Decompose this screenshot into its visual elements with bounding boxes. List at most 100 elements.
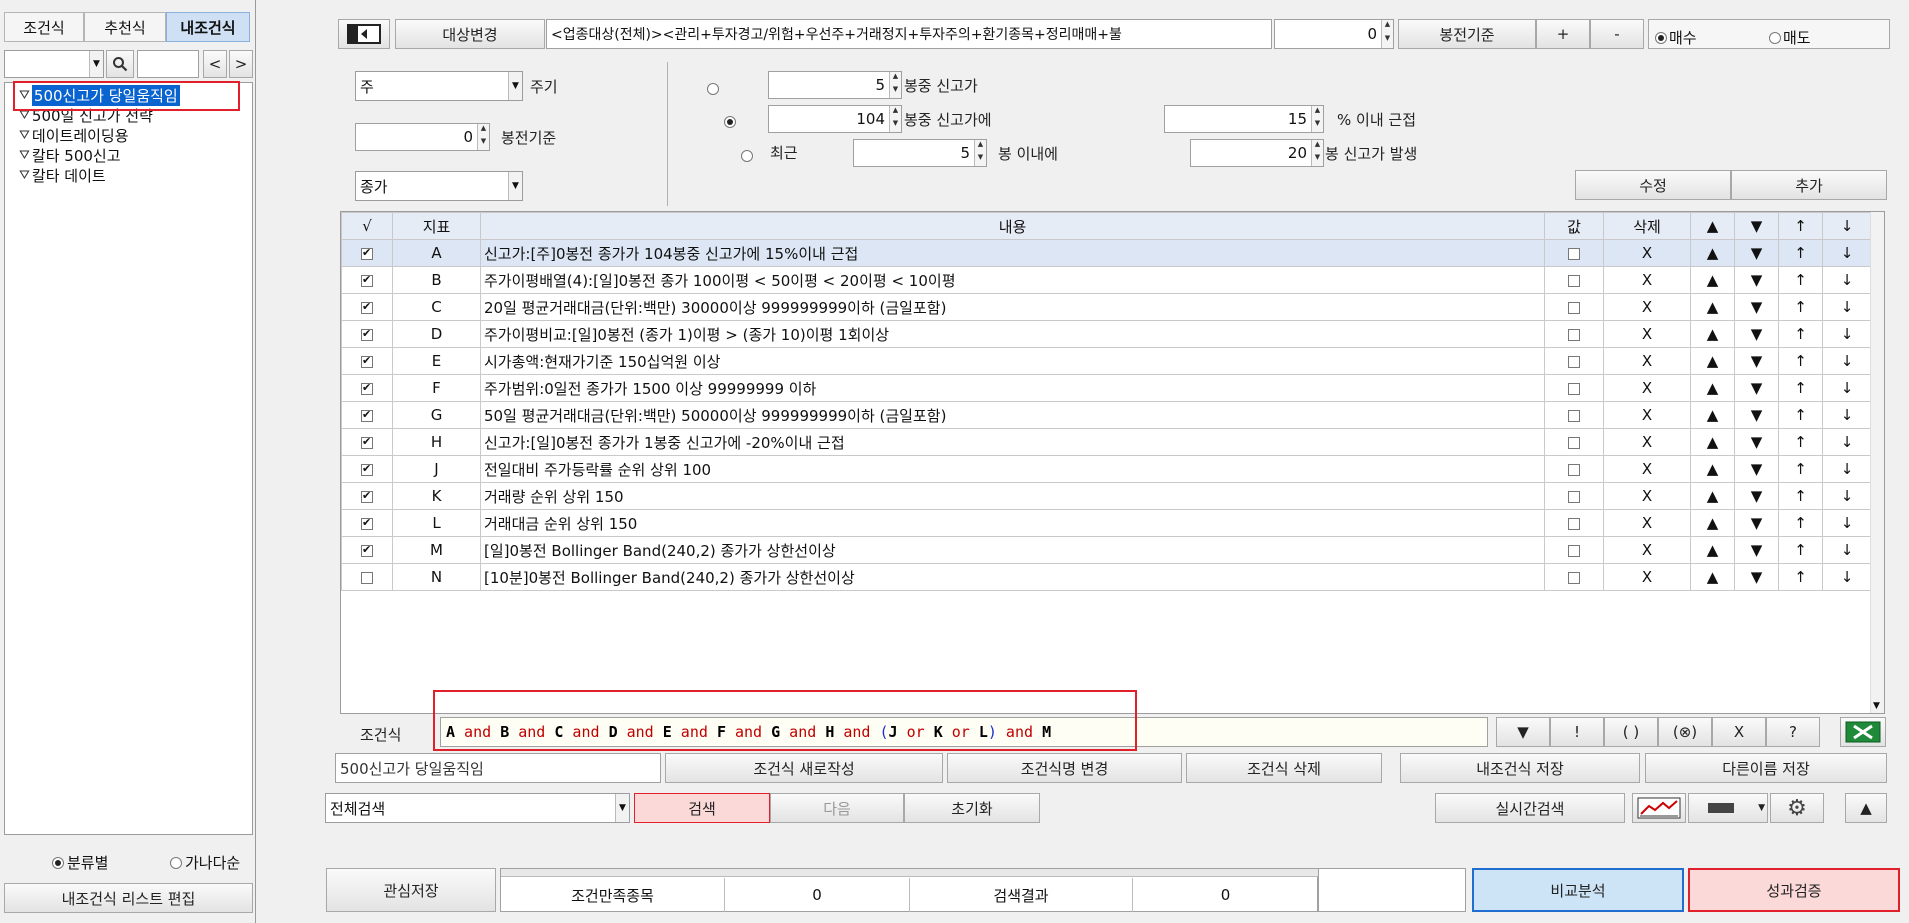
row-content[interactable]: 20일 평균거래대금(단위:백만) 30000이상 999999999이하 (금… bbox=[480, 293, 1545, 321]
spinner[interactable]: ▲ ▼ bbox=[1381, 20, 1393, 48]
spinner[interactable]: ▲ ▼ bbox=[889, 72, 901, 98]
new-condition-button[interactable]: 조건식 새로작성 bbox=[665, 753, 943, 783]
row-content[interactable]: 신고가:[일]0봉전 종가가 1봉중 신고가에 -20%이내 근접 bbox=[480, 428, 1545, 456]
table-row[interactable]: J전일대비 주가등락률 순위 상위 100 X▲▼↑↓ bbox=[341, 455, 1872, 483]
row-move-bottom-button[interactable]: ↓ bbox=[1822, 320, 1872, 348]
bar-basis-input[interactable]: 0 ▲ ▼ bbox=[355, 123, 490, 151]
search-button[interactable]: 검색 bbox=[634, 793, 770, 823]
checkbox-icon[interactable] bbox=[1568, 544, 1580, 557]
checkbox-icon[interactable] bbox=[361, 408, 373, 422]
checkbox-icon[interactable] bbox=[361, 246, 373, 260]
row-move-top-button[interactable]: ↑ bbox=[1778, 266, 1823, 294]
row-move-down-button[interactable]: ▼ bbox=[1734, 482, 1779, 510]
formula-remove-paren-button[interactable]: (⊗) bbox=[1658, 717, 1712, 747]
chevron-down-icon[interactable]: ▼ bbox=[89, 51, 103, 77]
scroll-down-icon[interactable]: ▼ bbox=[1873, 701, 1880, 711]
row-move-top-button[interactable]: ↑ bbox=[1778, 239, 1823, 267]
table-row[interactable]: A신고가:[주]0봉전 종가가 104봉중 신고가에 15%이내 근접 X▲▼↑↓ bbox=[341, 239, 1872, 267]
row-move-bottom-button[interactable]: ↓ bbox=[1822, 536, 1872, 564]
checkbox-icon[interactable] bbox=[1568, 274, 1580, 287]
col-bottom[interactable]: ↓ bbox=[1822, 212, 1872, 240]
table-row[interactable]: G50일 평균거래대금(단위:백만) 50000이상 999999999이하 (… bbox=[341, 401, 1872, 429]
checkbox-icon[interactable] bbox=[1568, 517, 1580, 530]
save-as-button[interactable]: 다른이름 저장 bbox=[1645, 753, 1887, 783]
rename-condition-button[interactable]: 조건식명 변경 bbox=[947, 753, 1182, 783]
row-checkbox[interactable] bbox=[341, 536, 393, 564]
sort-by-name[interactable]: 가나다순 bbox=[170, 852, 240, 873]
collapse-button[interactable]: ▲ bbox=[1845, 793, 1887, 823]
spin-up-icon[interactable]: ▲ bbox=[890, 72, 901, 85]
table-row[interactable]: C20일 평균거래대금(단위:백만) 30000이상 999999999이하 (… bbox=[341, 293, 1872, 321]
checkbox-icon[interactable] bbox=[361, 543, 373, 557]
target-change-button[interactable]: 대상변경 bbox=[395, 19, 545, 49]
table-row[interactable]: H신고가:[일]0봉전 종가가 1봉중 신고가에 -20%이내 근접 X▲▼↑↓ bbox=[341, 428, 1872, 456]
row-move-down-button[interactable]: ▼ bbox=[1734, 347, 1779, 375]
col-id[interactable]: 지표 bbox=[392, 212, 481, 240]
row-delete-button[interactable]: X bbox=[1603, 293, 1691, 321]
row-checkbox[interactable] bbox=[341, 509, 393, 537]
realtime-search-button[interactable]: 실시간검색 bbox=[1435, 793, 1625, 823]
tab-my-conditions[interactable]: 내조건식 bbox=[166, 12, 250, 42]
col-check[interactable]: √ bbox=[341, 212, 393, 240]
row-value-checkbox[interactable] bbox=[1544, 374, 1604, 402]
add-condition-button[interactable]: 추가 bbox=[1731, 170, 1887, 200]
formula-paren-button[interactable]: ( ) bbox=[1604, 717, 1658, 747]
spin-up-icon[interactable]: ▲ bbox=[1312, 140, 1323, 153]
checkbox-icon[interactable] bbox=[361, 489, 373, 503]
row-delete-button[interactable]: X bbox=[1603, 563, 1691, 591]
sell-radio[interactable]: 매도 bbox=[1769, 27, 1811, 48]
row1-bars-input[interactable]: 5 ▲ ▼ bbox=[768, 71, 902, 99]
row3-bars2-input[interactable]: 20 ▲ ▼ bbox=[1190, 139, 1324, 167]
col-content[interactable]: 내용 bbox=[480, 212, 1545, 240]
radio-recent[interactable] bbox=[740, 149, 753, 162]
row-move-up-button[interactable]: ▲ bbox=[1690, 455, 1735, 483]
condition-name-input[interactable]: 500신고가 당일움직임 bbox=[335, 753, 661, 783]
row-move-up-button[interactable]: ▲ bbox=[1690, 320, 1735, 348]
row-content[interactable]: [10분]0봉전 Bollinger Band(240,2) 종가가 상한선이상 bbox=[480, 563, 1545, 591]
formula-dropdown-button[interactable]: ▼ bbox=[1496, 717, 1550, 747]
row-value-checkbox[interactable] bbox=[1544, 563, 1604, 591]
col-value[interactable]: 값 bbox=[1544, 212, 1604, 240]
row-content[interactable]: 50일 평균거래대금(단위:백만) 50000이상 999999999이하 (금… bbox=[480, 401, 1545, 429]
row-checkbox[interactable] bbox=[341, 482, 393, 510]
row2-pct-input[interactable]: 15 ▲ ▼ bbox=[1164, 105, 1324, 133]
row-move-up-button[interactable]: ▲ bbox=[1690, 482, 1735, 510]
row-delete-button[interactable]: X bbox=[1603, 347, 1691, 375]
excel-export-button[interactable] bbox=[1840, 717, 1886, 747]
row-content[interactable]: 전일대비 주가등락률 순위 상위 100 bbox=[480, 455, 1545, 483]
bar-basis-button[interactable]: 봉전기준 bbox=[1398, 19, 1536, 49]
chevron-down-icon[interactable]: ▼ bbox=[1758, 803, 1765, 813]
spinner[interactable]: ▲ ▼ bbox=[1311, 106, 1323, 132]
checkbox-icon[interactable] bbox=[361, 300, 373, 314]
tab-conditions[interactable]: 조건식 bbox=[4, 12, 84, 42]
table-row[interactable]: L거래대금 순위 상위 150 X▲▼↑↓ bbox=[341, 509, 1872, 537]
edit-list-button[interactable]: 내조건식 리스트 편집 bbox=[4, 883, 253, 913]
checkbox-icon[interactable] bbox=[1568, 301, 1580, 314]
tree-search-input[interactable] bbox=[137, 50, 199, 78]
row-move-top-button[interactable]: ↑ bbox=[1778, 374, 1823, 402]
row-delete-button[interactable]: X bbox=[1603, 482, 1691, 510]
formula-not-button[interactable]: ! bbox=[1550, 717, 1604, 747]
checkbox-icon[interactable] bbox=[361, 354, 373, 368]
row-move-top-button[interactable]: ↑ bbox=[1778, 563, 1823, 591]
row-move-bottom-button[interactable]: ↓ bbox=[1822, 239, 1872, 267]
row-checkbox[interactable] bbox=[341, 347, 393, 375]
row-delete-button[interactable]: X bbox=[1603, 428, 1691, 456]
row-checkbox[interactable] bbox=[341, 563, 393, 591]
row-move-up-button[interactable]: ▲ bbox=[1690, 374, 1735, 402]
row-move-bottom-button[interactable]: ↓ bbox=[1822, 428, 1872, 456]
row-move-down-button[interactable]: ▼ bbox=[1734, 509, 1779, 537]
row-content[interactable]: 신고가:[주]0봉전 종가가 104봉중 신고가에 15%이내 근접 bbox=[480, 239, 1545, 267]
row-content[interactable]: 주가범위:0일전 종가가 1500 이상 99999999 이하 bbox=[480, 374, 1545, 402]
tree-item-2[interactable]: ⛛ 데이트레이딩용 bbox=[19, 125, 129, 146]
checkbox-icon[interactable] bbox=[1568, 355, 1580, 368]
row-move-top-button[interactable]: ↑ bbox=[1778, 401, 1823, 429]
spin-down-icon[interactable]: ▼ bbox=[1312, 153, 1323, 166]
grid-scrollbar[interactable]: ▼ bbox=[1870, 212, 1884, 713]
checkbox-icon[interactable] bbox=[1568, 328, 1580, 341]
row-move-down-button[interactable]: ▼ bbox=[1734, 266, 1779, 294]
row-move-top-button[interactable]: ↑ bbox=[1778, 455, 1823, 483]
formula-clear-button[interactable]: X bbox=[1712, 717, 1766, 747]
row-delete-button[interactable]: X bbox=[1603, 320, 1691, 348]
checkbox-icon[interactable] bbox=[1568, 571, 1580, 584]
